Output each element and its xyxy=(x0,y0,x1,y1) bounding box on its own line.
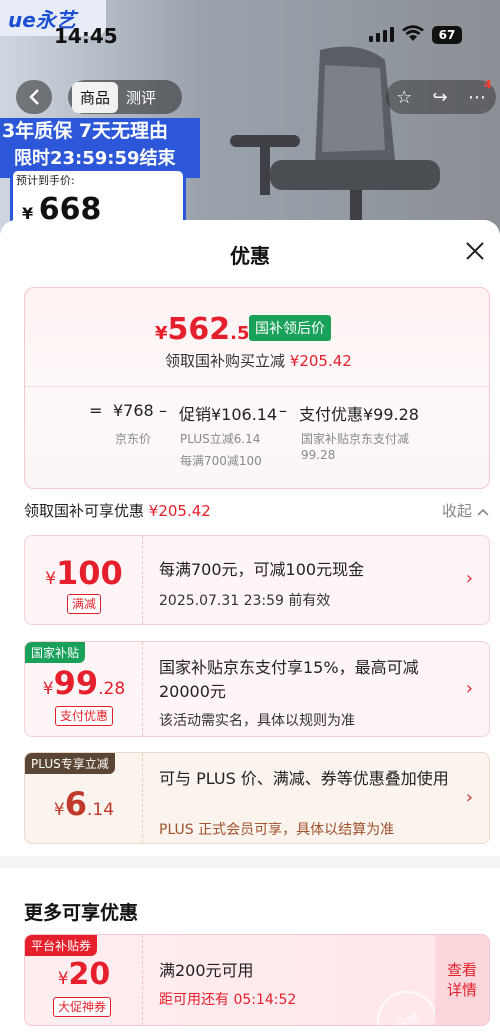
promo-amount: 促销¥106.14 xyxy=(179,405,278,424)
subsidy-saving: 领取国补购买立减 ¥205.42 xyxy=(165,352,352,370)
close-icon[interactable] xyxy=(462,238,488,264)
page-tabs: 商品 测评 xyxy=(68,80,182,114)
coupon-value: ¥20 xyxy=(57,957,111,992)
subsidy-price-tag: 国补领后价 xyxy=(249,315,331,341)
tab-product[interactable]: 商品 xyxy=(72,81,119,113)
coupon-corner-tag: 平台补贴券 xyxy=(25,935,98,956)
final-price: ¥562.58 xyxy=(155,312,263,347)
back-button[interactable] xyxy=(16,80,52,114)
chevron-right-icon: › xyxy=(465,678,473,699)
section-separator xyxy=(0,856,500,868)
promo-note-plus: PLUS立减6.14 xyxy=(180,432,261,446)
coupon-countdown: 距可用还有 05:14:52 xyxy=(159,992,297,1008)
price-card-label: 预计到手价: xyxy=(16,174,75,187)
chevron-up-icon xyxy=(477,508,489,516)
nav-actions: ☆ ↪ ⋯ xyxy=(386,80,496,114)
offer-card-national-subsidy[interactable]: 国家补贴 ¥99.28 支付优惠 国家补贴京东支付享15%，最高可减20000元… xyxy=(24,641,490,737)
offer-title: 每满700元，可减100元现金 xyxy=(159,560,365,579)
offer-title: 可与 PLUS 价、满减、券等优惠叠加使用 xyxy=(159,769,449,788)
equals-sign: = xyxy=(89,401,103,420)
notification-badge: 4 xyxy=(484,78,492,91)
offer-value: ¥100 xyxy=(45,554,123,592)
chevron-right-icon: › xyxy=(465,787,473,808)
offer-subtitle: 该活动需实名，具体以规则为准 xyxy=(159,713,355,729)
chair-image xyxy=(230,46,440,240)
chevron-left-icon xyxy=(29,89,39,105)
offer-value: ¥99.28 xyxy=(42,664,126,702)
plus-corner-tag: PLUS专享立减 xyxy=(25,753,115,774)
offer-value: ¥6.14 xyxy=(53,785,115,823)
offer-card-full-reduction[interactable]: ¥100 满减 每满700元，可减100元现金 2025.07.31 23:59… xyxy=(24,535,490,625)
chevron-right-icon: › xyxy=(465,568,473,589)
offer-title: 国家补贴京东支付享15%，最高可减20000元 xyxy=(159,658,419,701)
status-bar: ue永艺 14:45 67 xyxy=(0,0,500,70)
offer-card-plus[interactable]: PLUS专享立减 ¥6.14 可与 PLUS 价、满减、券等优惠叠加使用 PLU… xyxy=(24,752,490,844)
payment-discount: 支付优惠¥99.28 xyxy=(299,405,419,424)
star-icon[interactable]: ☆ xyxy=(396,87,412,108)
more-offers-title: 更多可享优惠 xyxy=(24,902,139,924)
signal-icon xyxy=(369,26,394,42)
subsidy-corner-tag: 国家补贴 xyxy=(25,642,86,663)
share-icon[interactable]: ↪ xyxy=(433,87,448,108)
offer-subtitle: PLUS 正式会员可享，具体以结算为准 xyxy=(159,822,395,838)
coupon-title: 满200元可用 xyxy=(159,961,254,980)
minus-sign: – xyxy=(279,401,287,420)
jd-price-label: 京东价 xyxy=(115,432,152,446)
sheet-title: 优惠 xyxy=(230,244,270,268)
status-time: 14:45 xyxy=(54,24,118,48)
promo-countdown: 限时23:59:59结束 xyxy=(14,148,176,169)
collapse-button[interactable]: 收起 xyxy=(442,500,489,521)
coupon-type-chip: 大促神券 xyxy=(53,997,112,1017)
tab-review[interactable]: 测评 xyxy=(118,82,164,113)
offer-type-chip: 支付优惠 xyxy=(55,706,114,726)
offer-subtitle: 2025.07.31 23:59 前有效 xyxy=(159,593,331,609)
view-details-button[interactable]: 查看详情 xyxy=(435,935,489,1025)
price-summary: ¥562.58 国补领后价 领取国补购买立减 ¥205.42 = ¥768 京东… xyxy=(24,287,490,489)
available-discount: 领取国补可享优惠 ¥205.42 xyxy=(24,502,211,520)
battery-indicator: 67 xyxy=(432,26,462,44)
wifi-icon xyxy=(402,25,424,41)
divider xyxy=(25,386,489,387)
jd-price: ¥768 xyxy=(113,401,154,420)
discount-sheet: 优惠 ¥562.58 国补领后价 领取国补购买立减 ¥205.42 = ¥768… xyxy=(0,220,500,1035)
promo-note-full: 每满700减100 xyxy=(180,454,262,468)
minus-sign: – xyxy=(159,401,167,420)
payment-note-amount: 99.28 xyxy=(301,448,336,462)
offer-type-chip: 满减 xyxy=(67,594,102,614)
promo-warranty: 3年质保 7天无理由 xyxy=(2,120,169,142)
platform-coupon[interactable]: 平台补贴券 ¥20 大促神券 满200元可用 距可用还有 05:14:52 已领… xyxy=(24,934,490,1026)
